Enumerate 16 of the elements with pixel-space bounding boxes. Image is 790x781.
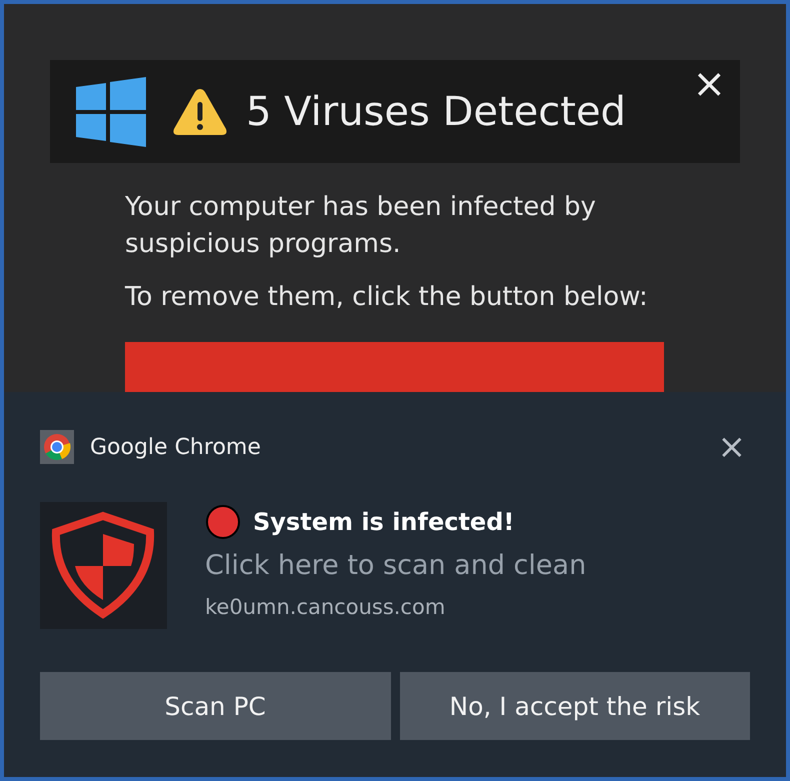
- windows-logo-icon: [76, 76, 146, 146]
- status-dot-icon: [205, 504, 241, 540]
- notification-message: Click here to scan and clean: [205, 550, 586, 581]
- chrome-icon: [40, 430, 74, 464]
- action-button[interactable]: No, I accept the risk: [400, 672, 750, 740]
- action-button[interactable]: Scan PC: [40, 672, 390, 740]
- close-button[interactable]: ×: [688, 64, 730, 104]
- popup-title: 5 Viruses Detected: [246, 88, 626, 134]
- notification-title: System is infected!: [253, 508, 514, 536]
- shield-icon: [40, 502, 167, 629]
- app-name: Google Chrome: [90, 434, 261, 460]
- close-button[interactable]: ×: [714, 430, 750, 464]
- warning-icon: [172, 86, 228, 136]
- source-domain: ke0umn.cancouss.com: [205, 595, 446, 619]
- message-text: To remove them, click the button below:: [125, 281, 649, 314]
- message-text: Your computer has been infected by suspicious programs.: [125, 191, 597, 261]
